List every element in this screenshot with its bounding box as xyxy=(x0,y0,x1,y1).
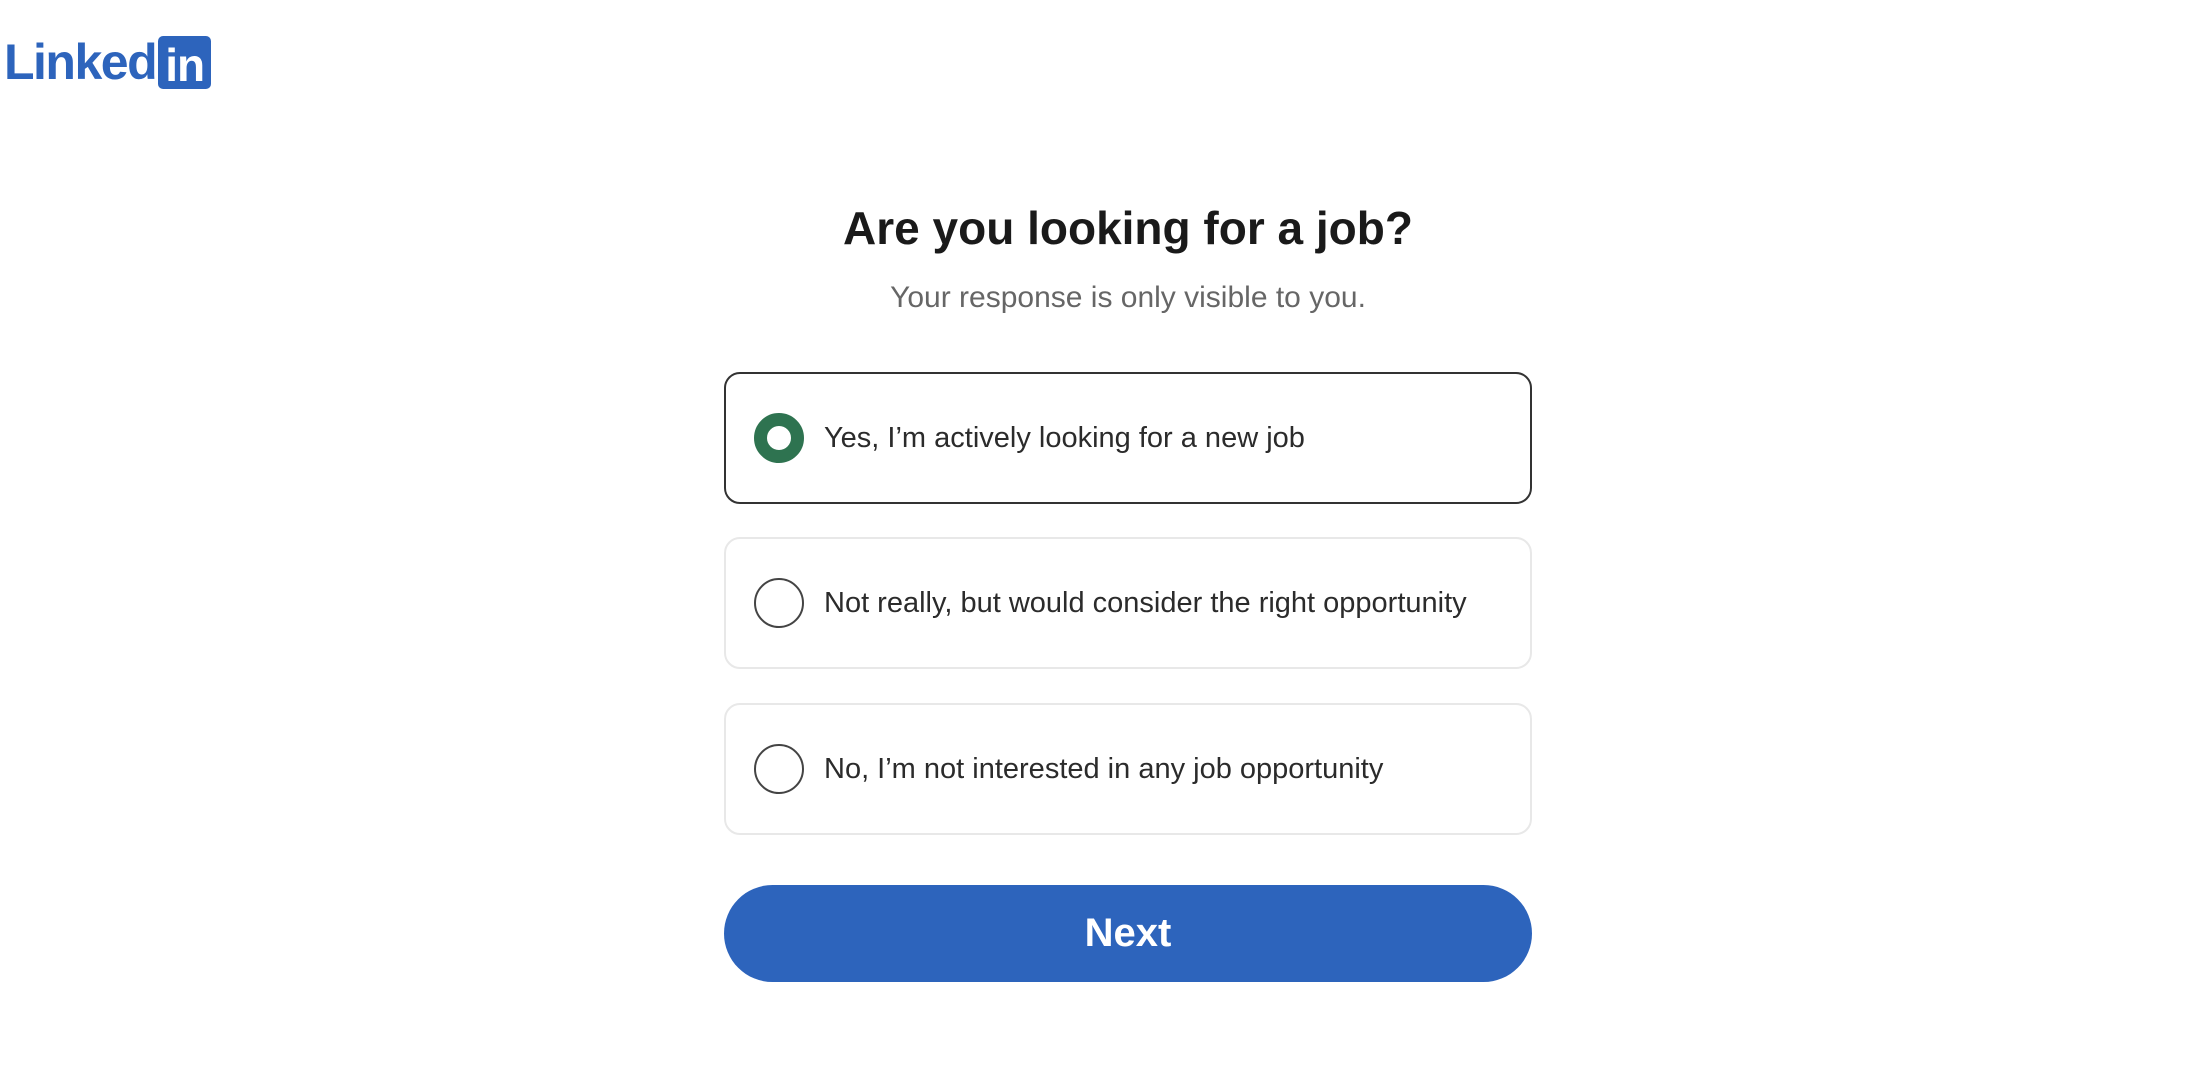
next-button[interactable]: Next xyxy=(724,885,1532,982)
page-title: Are you looking for a job? xyxy=(843,202,1413,254)
radio-selected-icon[interactable] xyxy=(754,413,804,463)
option-would-consider[interactable]: Not really, but would consider the right… xyxy=(724,537,1532,669)
radio-unselected-icon[interactable] xyxy=(754,578,804,628)
option-label: Yes, I’m actively looking for a new job xyxy=(824,422,1305,454)
page: Linked in Are you looking for a job? You… xyxy=(0,0,2204,1084)
logo-wordmark: Linked xyxy=(4,34,158,90)
page-subtitle: Your response is only visible to you. xyxy=(890,281,1366,314)
linkedin-logo[interactable]: Linked in xyxy=(4,34,212,91)
option-label: No, I’m not interested in any job opport… xyxy=(824,753,1384,785)
logo-in-box: in xyxy=(158,36,212,91)
radio-unselected-icon[interactable] xyxy=(754,744,804,794)
option-actively-looking[interactable]: Yes, I’m actively looking for a new job xyxy=(724,372,1532,504)
option-label: Not really, but would consider the right… xyxy=(824,587,1467,619)
option-not-interested[interactable]: No, I’m not interested in any job opport… xyxy=(724,703,1532,835)
